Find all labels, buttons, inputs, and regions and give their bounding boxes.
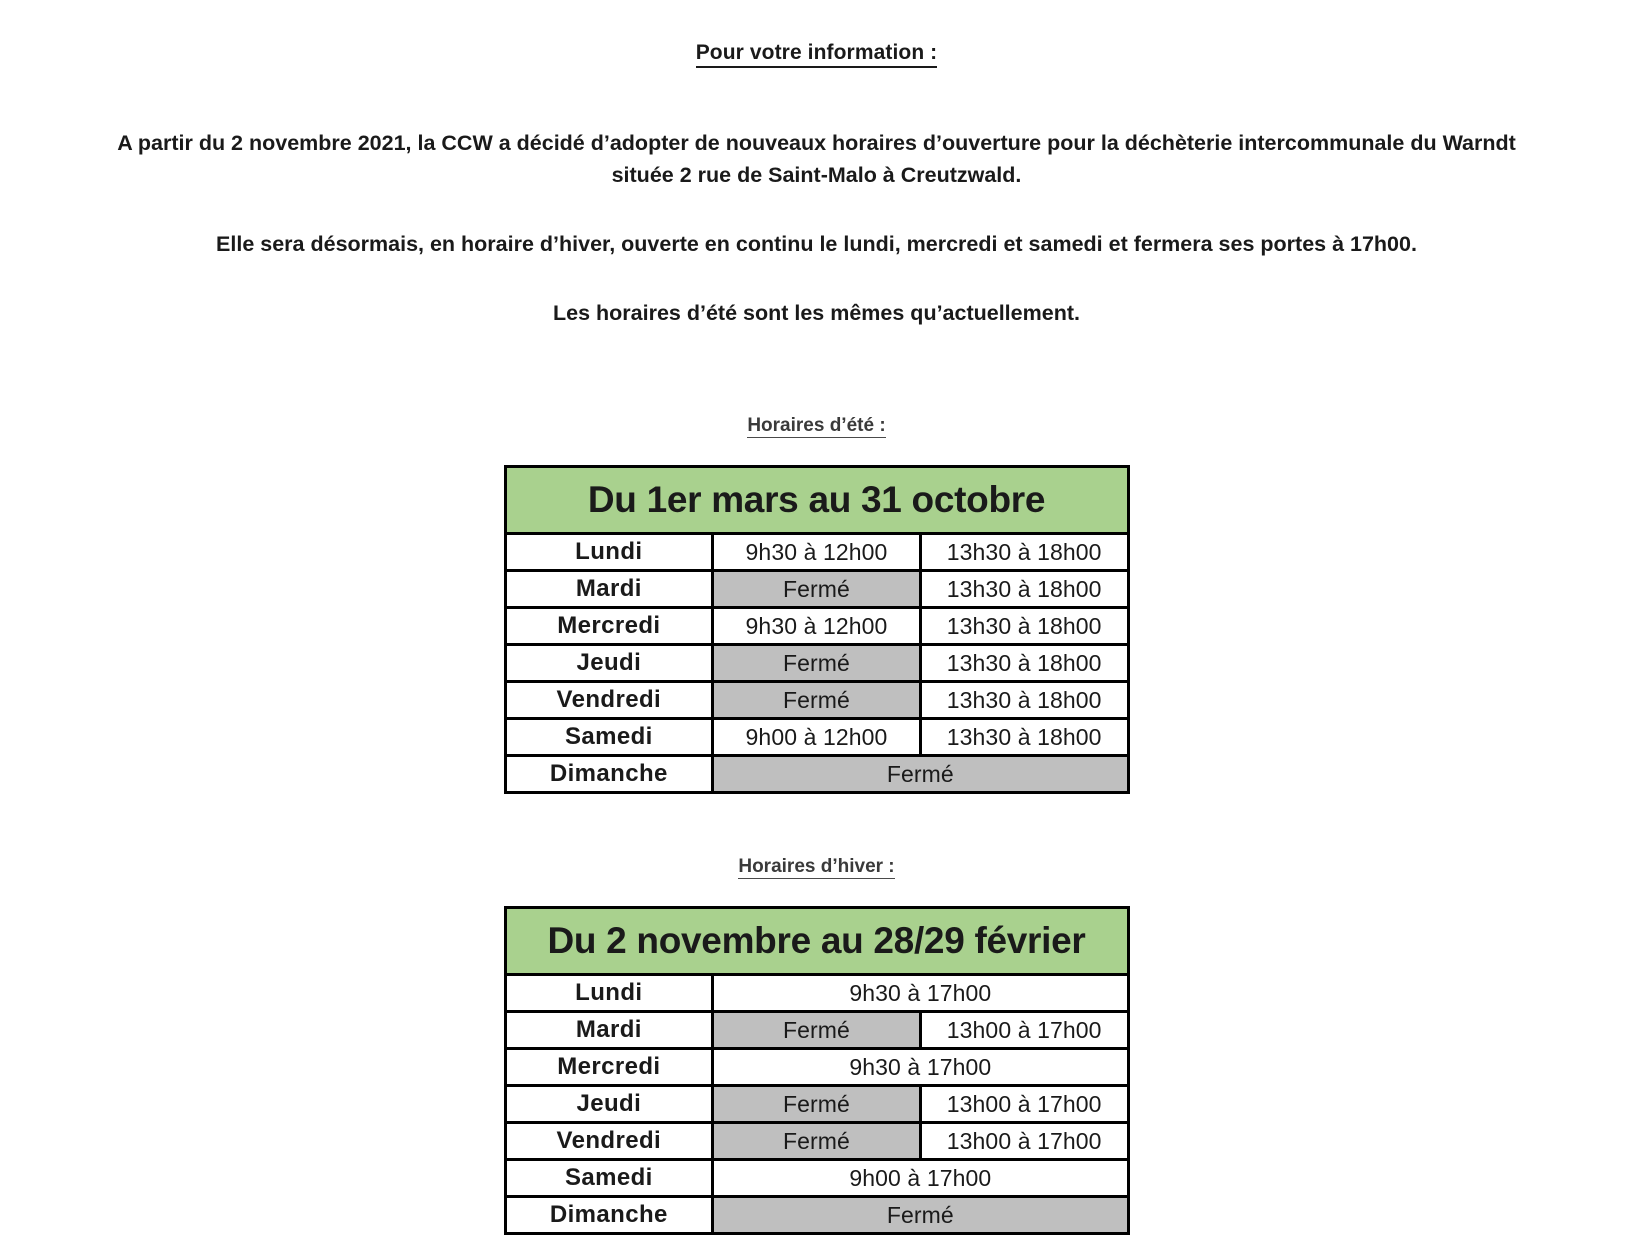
- summer-schedule-table-wrapper: Du 1er mars au 31 octobre Lundi 9h30 à 12…: [0, 465, 1633, 794]
- table-row: Jeudi Fermé 13h30 à 18h00: [503, 643, 1130, 683]
- table-header-row: Du 1er mars au 31 octobre: [503, 465, 1130, 535]
- intro-paragraph-2: Elle sera désormais, en horaire d’hiver,…: [216, 232, 1417, 256]
- closed-all-day-cell: Fermé: [711, 1195, 1130, 1235]
- table-row: Mercredi 9h30 à 12h00 13h30 à 18h00: [503, 606, 1130, 646]
- intro-paragraph-3: Les horaires d’été sont les mêmes qu’act…: [553, 301, 1080, 325]
- afternoon-hours-cell: 13h30 à 18h00: [918, 532, 1130, 572]
- afternoon-hours-cell: 13h00 à 17h00: [918, 1010, 1130, 1050]
- table-row: Vendredi Fermé 13h30 à 18h00: [503, 680, 1130, 720]
- morning-closed-cell: Fermé: [711, 1010, 922, 1050]
- day-label-cell: Mardi: [503, 569, 715, 609]
- closed-all-day-cell: Fermé: [711, 754, 1130, 794]
- summer-schedule-label: Horaires d’été :: [0, 329, 1633, 438]
- table-row: Dimanche Fermé: [503, 754, 1130, 794]
- table-header-row: Du 2 novembre au 28/29 février: [503, 906, 1130, 976]
- day-label-cell: Samedi: [503, 1158, 715, 1198]
- morning-hours-cell: 9h00 à 12h00: [711, 717, 922, 757]
- morning-hours-cell: 9h30 à 12h00: [711, 606, 922, 646]
- day-label-cell: Dimanche: [503, 754, 715, 794]
- continuous-hours-cell: 9h30 à 17h00: [711, 1047, 1130, 1087]
- table-row: Mardi Fermé 13h30 à 18h00: [503, 569, 1130, 609]
- day-label-cell: Lundi: [503, 973, 715, 1013]
- day-label-cell: Dimanche: [503, 1195, 715, 1235]
- page-title-text: Pour votre information :: [695, 41, 938, 68]
- summer-schedule-table: Du 1er mars au 31 octobre Lundi 9h30 à 12…: [503, 465, 1130, 794]
- winter-schedule-body: Du 2 novembre au 28/29 février Lundi 9h30…: [503, 906, 1130, 1235]
- afternoon-hours-cell: 13h30 à 18h00: [918, 717, 1130, 757]
- table-row: Dimanche Fermé: [503, 1195, 1130, 1235]
- morning-hours-cell: 9h30 à 12h00: [711, 532, 922, 572]
- day-label-cell: Mardi: [503, 1010, 715, 1050]
- document-page: Pour votre information : A partir du 2 n…: [0, 0, 1633, 1248]
- morning-closed-cell: Fermé: [711, 1084, 922, 1124]
- day-label-cell: Mercredi: [503, 606, 715, 646]
- winter-schedule-label: Horaires d’hiver :: [0, 794, 1633, 879]
- afternoon-hours-cell: 13h30 à 18h00: [918, 680, 1130, 720]
- table-row: Vendredi Fermé 13h00 à 17h00: [503, 1121, 1130, 1161]
- day-label-cell: Vendredi: [503, 1121, 715, 1161]
- continuous-hours-cell: 9h00 à 17h00: [711, 1158, 1130, 1198]
- day-label-cell: Vendredi: [503, 680, 715, 720]
- day-label-cell: Jeudi: [503, 1084, 715, 1124]
- table-row: Samedi 9h00 à 17h00: [503, 1158, 1130, 1198]
- summer-schedule-body: Du 1er mars au 31 octobre Lundi 9h30 à 12…: [503, 465, 1130, 794]
- table-row: Jeudi Fermé 13h00 à 17h00: [503, 1084, 1130, 1124]
- day-label-cell: Mercredi: [503, 1047, 715, 1087]
- summer-schedule-label-text: Horaires d’été :: [747, 415, 886, 438]
- table-row: Mardi Fermé 13h00 à 17h00: [503, 1010, 1130, 1050]
- table-row: Samedi 9h00 à 12h00 13h30 à 18h00: [503, 717, 1130, 757]
- day-label-cell: Jeudi: [503, 643, 715, 683]
- day-label-cell: Samedi: [503, 717, 715, 757]
- winter-schedule-table: Du 2 novembre au 28/29 février Lundi 9h30…: [503, 906, 1130, 1235]
- morning-closed-cell: Fermé: [711, 643, 922, 683]
- winter-schedule-header-cell: Du 2 novembre au 28/29 février: [503, 906, 1130, 976]
- page-title: Pour votre information :: [0, 0, 1633, 68]
- winter-schedule-table-wrapper: Du 2 novembre au 28/29 février Lundi 9h30…: [0, 906, 1633, 1235]
- table-row: Lundi 9h30 à 12h00 13h30 à 18h00: [503, 532, 1130, 572]
- continuous-hours-cell: 9h30 à 17h00: [711, 973, 1130, 1013]
- afternoon-hours-cell: 13h30 à 18h00: [918, 643, 1130, 683]
- afternoon-hours-cell: 13h00 à 17h00: [918, 1121, 1130, 1161]
- morning-closed-cell: Fermé: [711, 680, 922, 720]
- winter-schedule-label-text: Horaires d’hiver :: [738, 856, 895, 879]
- afternoon-hours-cell: 13h30 à 18h00: [918, 569, 1130, 609]
- table-row: Lundi 9h30 à 17h00: [503, 973, 1130, 1013]
- afternoon-hours-cell: 13h00 à 17h00: [918, 1084, 1130, 1124]
- table-row: Mercredi 9h30 à 17h00: [503, 1047, 1130, 1087]
- intro-paragraph-1: A partir du 2 novembre 2021, la CCW a dé…: [117, 131, 1516, 187]
- morning-closed-cell: Fermé: [711, 569, 922, 609]
- day-label-cell: Lundi: [503, 532, 715, 572]
- summer-schedule-header-cell: Du 1er mars au 31 octobre: [503, 465, 1130, 535]
- morning-closed-cell: Fermé: [711, 1121, 922, 1161]
- afternoon-hours-cell: 13h30 à 18h00: [918, 606, 1130, 646]
